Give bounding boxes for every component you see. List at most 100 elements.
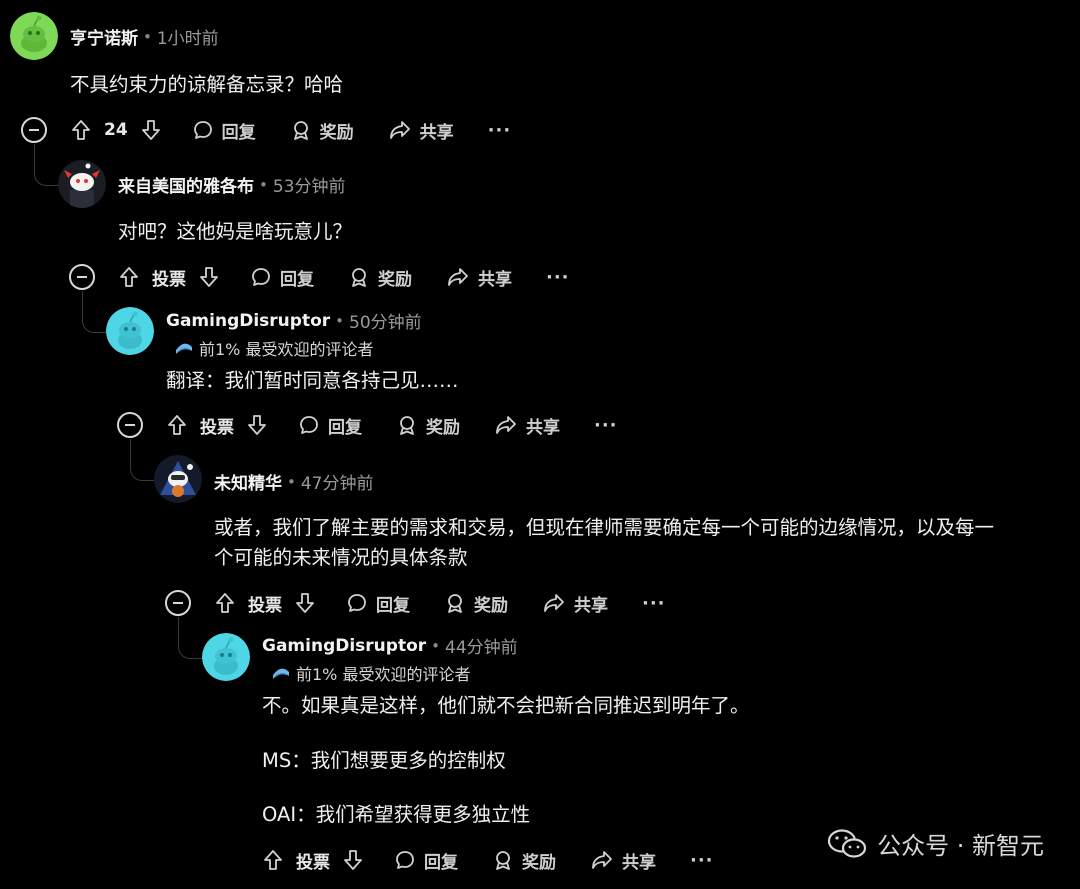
share-icon bbox=[448, 268, 468, 286]
timestamp[interactable]: 1小时前 bbox=[157, 24, 219, 49]
share-icon bbox=[592, 851, 612, 869]
comment-body-paragraph: 不。如果真是这样，他们就不会把新合同推迟到明年了。 bbox=[262, 694, 750, 717]
share-button[interactable]: 共享 bbox=[590, 848, 656, 873]
chat-bubble-icon bbox=[300, 416, 318, 434]
comment-body: 不具约束力的谅解备忘录？哈哈 bbox=[70, 73, 344, 96]
author-name[interactable]: 未知精华 bbox=[214, 469, 282, 494]
wechat-watermark: 公众号 · 新智元 bbox=[827, 826, 1044, 861]
reply-button[interactable]: 回复 bbox=[250, 265, 314, 290]
chat-bubble-icon bbox=[193, 121, 212, 139]
author-name[interactable]: 来自美国的雅各布 bbox=[118, 172, 254, 197]
award-icon bbox=[293, 121, 308, 140]
author-name[interactable]: 亨宁诺斯 bbox=[70, 24, 138, 49]
comment-header: GamingDisruptor • 44分钟前 bbox=[262, 633, 518, 659]
flair-badge-icon bbox=[273, 668, 289, 679]
upvote-icon[interactable] bbox=[214, 592, 236, 614]
author-name[interactable]: GamingDisruptor bbox=[262, 636, 426, 656]
share-label: 共享 bbox=[574, 595, 608, 616]
award-button[interactable]: 奖励 bbox=[396, 413, 460, 438]
collapse-thread-button[interactable] bbox=[117, 412, 143, 438]
downvote-icon[interactable] bbox=[342, 849, 364, 871]
flair-badge-icon bbox=[176, 343, 192, 354]
timestamp[interactable]: 50分钟前 bbox=[349, 308, 422, 333]
chat-bubble-icon bbox=[252, 268, 270, 286]
reply-button[interactable]: 回复 bbox=[346, 591, 410, 616]
upvote-icon[interactable] bbox=[118, 266, 140, 288]
reply-label: 回复 bbox=[328, 417, 362, 438]
watermark-text: 公众号 · 新智元 bbox=[877, 832, 1044, 860]
user-flair: 前1% 最受欢迎的评论者 bbox=[272, 661, 470, 685]
share-label: 共享 bbox=[622, 852, 656, 873]
vote-label: 投票 bbox=[200, 417, 234, 438]
thread-line bbox=[82, 291, 108, 333]
share-icon bbox=[389, 121, 410, 139]
wechat-icon bbox=[828, 828, 867, 858]
more-options-button[interactable]: ··· bbox=[690, 850, 714, 871]
award-label: 奖励 bbox=[474, 595, 508, 616]
upvote-icon[interactable] bbox=[166, 414, 188, 436]
avatar[interactable] bbox=[202, 633, 250, 681]
share-button[interactable]: 共享 bbox=[494, 413, 560, 438]
comment-body-paragraph: MS：我们想要更多的控制权 bbox=[262, 749, 506, 772]
downvote-icon[interactable] bbox=[294, 592, 316, 614]
timestamp[interactable]: 47分钟前 bbox=[301, 469, 374, 494]
comment-body: 翻译：我们暂时同意各持己见…… bbox=[166, 369, 459, 392]
share-icon bbox=[496, 416, 516, 434]
avatar[interactable] bbox=[58, 160, 106, 208]
upvote-icon[interactable] bbox=[262, 849, 284, 871]
share-button[interactable]: 共享 bbox=[542, 591, 608, 616]
award-button[interactable]: 奖励 bbox=[290, 118, 354, 143]
thread-line bbox=[178, 617, 204, 659]
vote-group: 投票 bbox=[166, 413, 268, 438]
comment-body-paragraph: OAI：我们希望获得更多独立性 bbox=[262, 803, 531, 826]
vote-label: 投票 bbox=[248, 595, 282, 616]
comment-body: 对吧？这他妈是啥玩意儿？ bbox=[118, 220, 353, 243]
reply-button[interactable]: 回复 bbox=[394, 848, 458, 873]
separator-dot: • bbox=[259, 175, 268, 194]
timestamp[interactable]: 44分钟前 bbox=[445, 633, 518, 658]
share-label: 共享 bbox=[478, 269, 512, 290]
share-label: 共享 bbox=[526, 417, 560, 438]
vote-group: 投票 bbox=[214, 591, 316, 616]
more-options-button[interactable]: ··· bbox=[594, 415, 618, 436]
award-button[interactable]: 奖励 bbox=[492, 848, 556, 873]
comment-actions: 投票 回复 奖励 共享 ··· bbox=[214, 587, 666, 619]
avatar[interactable] bbox=[106, 307, 154, 355]
thread-line bbox=[130, 439, 156, 481]
timestamp[interactable]: 53分钟前 bbox=[273, 172, 346, 197]
award-icon bbox=[496, 851, 510, 870]
more-options-button[interactable]: ··· bbox=[546, 267, 570, 288]
award-icon bbox=[352, 268, 366, 287]
author-name[interactable]: GamingDisruptor bbox=[166, 311, 330, 331]
share-button[interactable]: 共享 bbox=[388, 118, 454, 143]
reply-button[interactable]: 回复 bbox=[298, 413, 362, 438]
separator-dot: • bbox=[287, 472, 296, 491]
award-button[interactable]: 奖励 bbox=[444, 591, 508, 616]
collapse-thread-button[interactable] bbox=[21, 117, 47, 143]
collapse-thread-button[interactable] bbox=[69, 264, 95, 290]
snoo-avatar-icon bbox=[10, 12, 58, 60]
comment-header: GamingDisruptor • 50分钟前 bbox=[166, 308, 422, 334]
more-options-button[interactable]: ··· bbox=[642, 593, 666, 614]
downvote-icon[interactable] bbox=[198, 266, 220, 288]
reply-button[interactable]: 回复 bbox=[192, 118, 256, 143]
award-icon bbox=[400, 416, 414, 435]
reply-label: 回复 bbox=[424, 852, 458, 873]
award-label: 奖励 bbox=[319, 122, 354, 143]
more-options-button[interactable]: ··· bbox=[488, 120, 512, 141]
comment-body: 或者，我们了解主要的需求和交易，但现在律师需要确定每一个可能的边缘情况，以及每一… bbox=[214, 513, 1074, 573]
comment-actions: 投票 回复 奖励 共享 ··· bbox=[166, 409, 618, 441]
downvote-icon[interactable] bbox=[246, 414, 268, 436]
upvote-icon[interactable] bbox=[70, 119, 92, 141]
avatar[interactable] bbox=[10, 12, 58, 60]
vote-label: 投票 bbox=[296, 852, 330, 873]
share-button[interactable]: 共享 bbox=[446, 265, 512, 290]
collapse-thread-button[interactable] bbox=[165, 590, 191, 616]
flair-text: 前1% 最受欢迎的评论者 bbox=[296, 665, 471, 684]
vote-group: 24 bbox=[70, 119, 162, 141]
downvote-icon[interactable] bbox=[140, 119, 162, 141]
comment-thread: 亨宁诺斯 • 1小时前 不具约束力的谅解备忘录？哈哈 24 回复 奖励 共享 ·… bbox=[0, 0, 1080, 889]
avatar[interactable] bbox=[154, 455, 202, 503]
award-button[interactable]: 奖励 bbox=[348, 265, 412, 290]
body-line: 或者，我们了解主要的需求和交易，但现在律师需要确定每一个可能的边缘情况，以及每一 bbox=[214, 516, 995, 539]
